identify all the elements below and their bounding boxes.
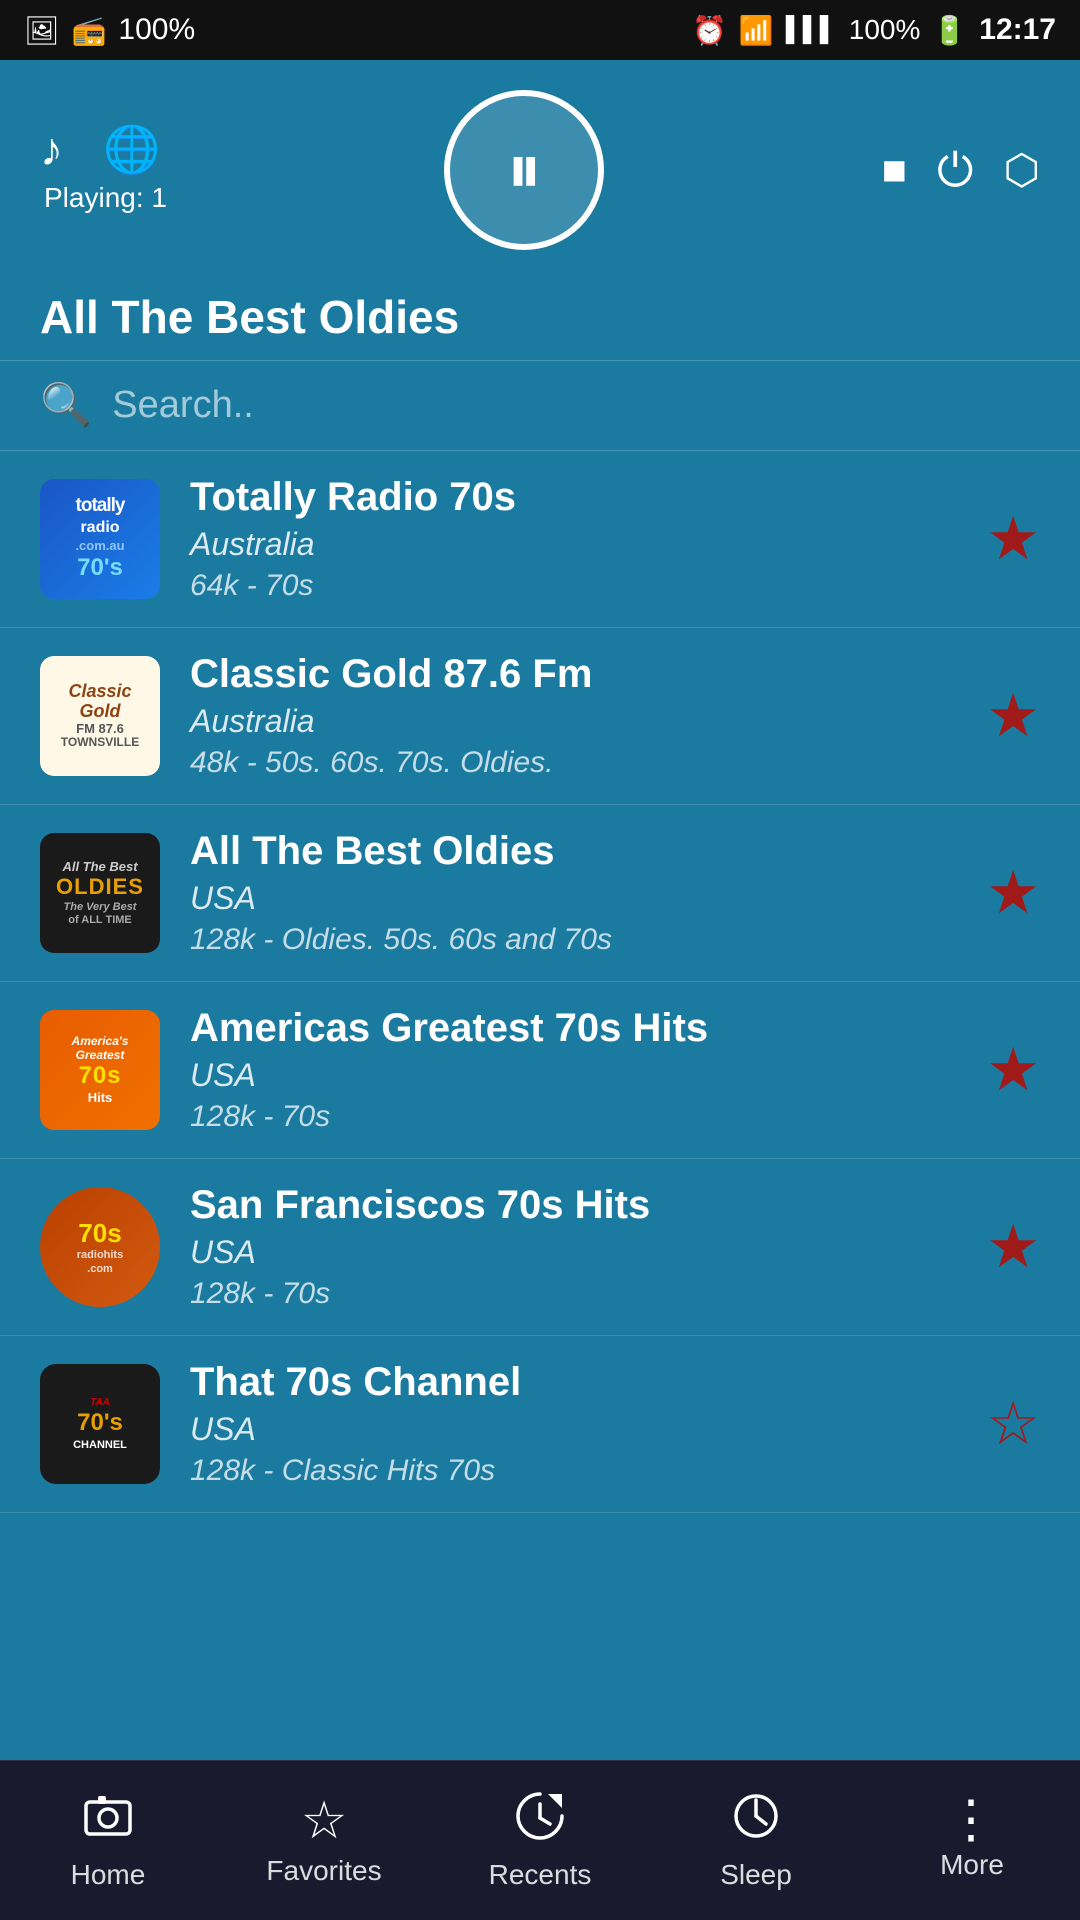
list-item[interactable]: All The Best OLDIES The Very Best of ALL… bbox=[0, 805, 1080, 982]
signal-icon: ▌▌▌ bbox=[786, 16, 837, 44]
nav-favorites-label: Favorites bbox=[266, 1855, 381, 1887]
nav-recents-label: Recents bbox=[489, 1859, 592, 1891]
station-info: Totally Radio 70s Australia 64k - 70s bbox=[190, 475, 956, 603]
sleep-icon bbox=[730, 1790, 782, 1851]
station-logo: totally radio .com.au 70's bbox=[40, 479, 160, 599]
search-icon: 🔍 bbox=[40, 381, 92, 430]
station-name: San Franciscos 70s Hits bbox=[190, 1183, 956, 1228]
station-country: USA bbox=[190, 1234, 956, 1271]
status-right: ⏰ 📶 ▌▌▌ 100% 🔋 12:17 bbox=[692, 13, 1056, 47]
favorite-button[interactable]: ★ bbox=[986, 681, 1040, 751]
recents-icon bbox=[514, 1790, 566, 1851]
station-name: All The Best Oldies bbox=[190, 829, 956, 874]
search-input[interactable] bbox=[112, 384, 1040, 427]
station-country: USA bbox=[190, 1057, 956, 1094]
list-item[interactable]: 70s radiohits .com San Franciscos 70s Hi… bbox=[0, 1159, 1080, 1336]
station-logo: All The Best OLDIES The Very Best of ALL… bbox=[40, 833, 160, 953]
battery-percent: 100% bbox=[849, 14, 921, 46]
list-item[interactable]: Classic Gold FM 87.6 TOWNSVILLE Classic … bbox=[0, 628, 1080, 805]
station-meta: 48k - 50s. 60s. 70s. Oldies. bbox=[190, 746, 956, 780]
list-item[interactable]: totally radio .com.au 70's Totally Radio… bbox=[0, 451, 1080, 628]
search-bar: 🔍 bbox=[0, 361, 1080, 451]
station-country: USA bbox=[190, 880, 956, 917]
favorite-button[interactable]: ☆ bbox=[986, 1389, 1040, 1459]
radio-icon: 📻 bbox=[72, 14, 107, 47]
station-country: Australia bbox=[190, 526, 956, 563]
station-logo: TAA 70's CHANNEL bbox=[40, 1364, 160, 1484]
left-media-icons: ♪ 🌐 Playing: 1 bbox=[40, 126, 167, 214]
pause-button[interactable]: ⏸ bbox=[444, 90, 604, 250]
favorite-button[interactable]: ★ bbox=[986, 1212, 1040, 1282]
right-control-icons: ■ ⏻ ⬡ bbox=[882, 147, 1040, 193]
favorites-icon: ☆ bbox=[301, 1795, 348, 1847]
station-meta: 128k - Classic Hits 70s bbox=[190, 1454, 956, 1488]
pause-icon: ⏸ bbox=[507, 129, 542, 211]
battery-icon: 🔋 bbox=[932, 14, 967, 47]
list-item[interactable]: America's Greatest 70s Hits Americas Gre… bbox=[0, 982, 1080, 1159]
nav-recents[interactable]: Recents bbox=[432, 1790, 648, 1891]
station-list: totally radio .com.au 70's Totally Radio… bbox=[0, 451, 1080, 1513]
globe-button[interactable]: 🌐 bbox=[103, 126, 160, 172]
station-name: Americas Greatest 70s Hits bbox=[190, 1006, 956, 1051]
station-meta: 64k - 70s bbox=[190, 569, 956, 603]
power-button[interactable]: ⏻ bbox=[937, 147, 973, 193]
top-controls: ♪ 🌐 Playing: 1 ⏸ ■ ⏻ ⬡ bbox=[0, 60, 1080, 270]
station-meta: 128k - 70s bbox=[190, 1100, 956, 1134]
station-info: Americas Greatest 70s Hits USA 128k - 70… bbox=[190, 1006, 956, 1134]
nav-more[interactable]: ⋮ More bbox=[864, 1800, 1080, 1882]
station-meta: 128k - 70s bbox=[190, 1277, 956, 1311]
station-country: USA bbox=[190, 1411, 956, 1448]
clock-time: 12:17 bbox=[979, 13, 1056, 47]
wifi-icon: 📶 bbox=[739, 14, 774, 47]
list-item[interactable]: TAA 70's CHANNEL That 70s Channel USA 12… bbox=[0, 1336, 1080, 1513]
nav-home[interactable]: Home bbox=[0, 1790, 216, 1891]
share-button[interactable]: ⬡ bbox=[1003, 149, 1040, 191]
status-bar: 🖼 📻 100% ⏰ 📶 ▌▌▌ 100% 🔋 12:17 bbox=[0, 0, 1080, 60]
station-name: That 70s Channel bbox=[190, 1360, 956, 1405]
station-info: Classic Gold 87.6 Fm Australia 48k - 50s… bbox=[190, 652, 956, 780]
nav-home-label: Home bbox=[71, 1859, 146, 1891]
station-logo: America's Greatest 70s Hits bbox=[40, 1010, 160, 1130]
station-country: Australia bbox=[190, 703, 956, 740]
station-info: That 70s Channel USA 128k - Classic Hits… bbox=[190, 1360, 956, 1488]
status-left: 🖼 📻 100% bbox=[24, 13, 195, 47]
station-meta: 128k - Oldies. 50s. 60s and 70s bbox=[190, 923, 956, 957]
playing-label: Playing: 1 bbox=[44, 182, 167, 214]
favorite-button[interactable]: ★ bbox=[986, 504, 1040, 574]
bottom-nav: Home ☆ Favorites Recents Sleep ⋮ More bbox=[0, 1760, 1080, 1920]
nav-sleep-label: Sleep bbox=[720, 1859, 792, 1891]
station-name: Classic Gold 87.6 Fm bbox=[190, 652, 956, 697]
current-station-title: All The Best Oldies bbox=[0, 270, 1080, 361]
nav-sleep[interactable]: Sleep bbox=[648, 1790, 864, 1891]
station-info: All The Best Oldies USA 128k - Oldies. 5… bbox=[190, 829, 956, 957]
image-icon: 🖼 bbox=[24, 14, 60, 47]
station-info: San Franciscos 70s Hits USA 128k - 70s bbox=[190, 1183, 956, 1311]
station-logo: 70s radiohits .com bbox=[40, 1187, 160, 1307]
nav-favorites[interactable]: ☆ Favorites bbox=[216, 1795, 432, 1887]
more-icon: ⋮ bbox=[945, 1800, 999, 1842]
signal-number: 100% bbox=[118, 13, 195, 47]
station-name: Totally Radio 70s bbox=[190, 475, 956, 520]
alarm-icon: ⏰ bbox=[692, 14, 727, 47]
nav-more-label: More bbox=[940, 1849, 1004, 1881]
favorite-button[interactable]: ★ bbox=[986, 858, 1040, 928]
station-logo: Classic Gold FM 87.6 TOWNSVILLE bbox=[40, 656, 160, 776]
stop-button[interactable]: ■ bbox=[882, 149, 907, 191]
home-icon bbox=[82, 1790, 134, 1851]
favorite-button[interactable]: ★ bbox=[986, 1035, 1040, 1105]
music-note-button[interactable]: ♪ bbox=[40, 126, 63, 172]
